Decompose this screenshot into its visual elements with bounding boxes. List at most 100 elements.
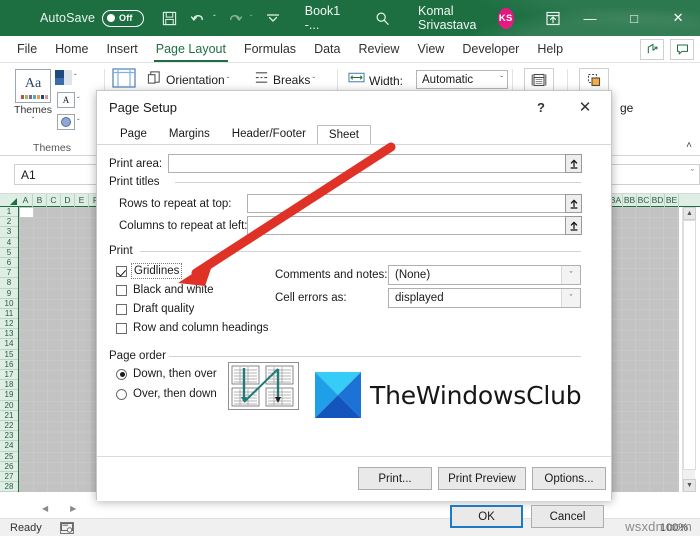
columns-to-repeat-input[interactable]: [247, 216, 581, 235]
row-header-22[interactable]: 22: [0, 421, 18, 432]
scale-width-select[interactable]: Automatic ˇ: [416, 70, 508, 89]
checkbox-row-and-column-headings[interactable]: Row and column headings: [116, 322, 269, 334]
search-icon[interactable]: [371, 0, 394, 36]
checkbox-black-and-white-box[interactable]: [116, 284, 127, 296]
row-header-21[interactable]: 21: [0, 411, 18, 421]
maximize-button[interactable]: □: [612, 0, 656, 36]
redo-icon[interactable]: [223, 0, 246, 36]
options-button[interactable]: Options...: [532, 467, 606, 490]
column-header-b[interactable]: B: [33, 193, 47, 207]
tab-page-layout[interactable]: Page Layout: [147, 36, 235, 63]
cell-errors-select[interactable]: displayed ˇ: [388, 288, 581, 308]
name-box[interactable]: A1: [14, 164, 100, 185]
comments-and-notes-select[interactable]: (None) ˇ: [388, 265, 581, 285]
row-header-3[interactable]: 3: [0, 227, 18, 238]
dialog-help-button[interactable]: ?: [523, 91, 559, 123]
themes-dropdown-caret-icon[interactable]: ˇ: [12, 116, 54, 125]
expand-formula-bar-icon[interactable]: ˇ: [691, 168, 694, 178]
rows-to-repeat-input[interactable]: [247, 194, 581, 213]
checkbox-black-and-white[interactable]: Black and white: [116, 284, 214, 296]
ribbon-display-options-icon[interactable]: [538, 0, 568, 36]
orientation-caret-icon[interactable]: ˇ: [227, 76, 230, 85]
checkbox-gridlines[interactable]: Gridlines: [116, 263, 183, 279]
orientation-button[interactable]: Orientation ˇ: [147, 70, 229, 90]
row-header-13[interactable]: 13: [0, 329, 18, 340]
row-header-10[interactable]: 10: [0, 299, 18, 309]
dialog-tab-margins[interactable]: Margins: [158, 124, 221, 145]
scale-width-control[interactable]: Width:: [348, 71, 403, 90]
comments-icon[interactable]: [670, 38, 694, 60]
theme-effects-caret-icon[interactable]: ˇ: [77, 118, 80, 127]
print-button[interactable]: Print...: [358, 467, 432, 490]
print-area-input[interactable]: [168, 154, 581, 173]
vertical-scrollbar[interactable]: ▲ ▼: [682, 207, 696, 492]
column-header-d[interactable]: D: [61, 193, 75, 207]
tab-help[interactable]: Help: [528, 36, 572, 63]
row-header-24[interactable]: 24: [0, 441, 18, 452]
tab-view[interactable]: View: [408, 36, 453, 63]
theme-fonts-caret-icon[interactable]: ˇ: [77, 96, 80, 105]
tab-file[interactable]: File: [8, 36, 46, 63]
checkbox-gridlines-box[interactable]: [116, 265, 127, 277]
tab-home[interactable]: Home: [46, 36, 97, 63]
breaks-button[interactable]: Breaks ˇ: [254, 70, 315, 90]
radio-over-then-down-button[interactable]: [116, 388, 127, 400]
save-icon[interactable]: [158, 0, 181, 36]
column-header-a[interactable]: A: [19, 193, 33, 207]
tab-review[interactable]: Review: [349, 36, 408, 63]
row-header-28[interactable]: 28: [0, 482, 18, 493]
customize-quick-access-icon[interactable]: [262, 0, 285, 36]
user-name[interactable]: Komal Srivastava: [418, 4, 492, 32]
accessibility-checker-icon[interactable]: [59, 521, 74, 534]
breaks-caret-icon[interactable]: ˇ: [312, 76, 315, 85]
autosave-toggle[interactable]: Off: [102, 9, 145, 27]
column-header-be[interactable]: BE: [665, 193, 679, 207]
checkbox-draft-quality-box[interactable]: [116, 303, 127, 315]
autosave-control[interactable]: AutoSave Off: [0, 0, 145, 36]
radio-down-then-over-button[interactable]: [116, 368, 127, 380]
scale-width-caret-icon[interactable]: ˇ: [500, 75, 503, 84]
row-header-11[interactable]: 11: [0, 309, 18, 320]
next-sheet-arrow-icon[interactable]: ▶: [70, 504, 76, 513]
row-header-25[interactable]: 25: [0, 452, 18, 462]
share-icon[interactable]: [640, 38, 664, 60]
row-header-17[interactable]: 17: [0, 370, 18, 381]
previous-sheet-arrow-icon[interactable]: ◀: [42, 504, 48, 513]
dialog-tab-sheet[interactable]: Sheet: [316, 125, 371, 146]
cancel-button[interactable]: Cancel: [531, 505, 604, 528]
column-header-c[interactable]: C: [47, 193, 61, 207]
dialog-close-button[interactable]: ✕: [567, 91, 603, 123]
row-header-15[interactable]: 15: [0, 350, 18, 360]
avatar[interactable]: KS: [497, 7, 514, 29]
scroll-up-arrow-icon[interactable]: ▲: [683, 207, 696, 220]
close-button[interactable]: ✕: [656, 0, 700, 36]
radio-down-then-over[interactable]: Down, then over: [116, 368, 217, 380]
row-header-6[interactable]: 6: [0, 258, 18, 269]
column-header-bb[interactable]: BB: [623, 193, 637, 207]
print-preview-button[interactable]: Print Preview: [438, 467, 526, 490]
select-all-corner-icon[interactable]: [0, 194, 19, 207]
row-header-14[interactable]: 14: [0, 339, 18, 350]
row-header-4[interactable]: 4: [0, 238, 18, 248]
theme-colors-caret-icon[interactable]: ˇ: [74, 73, 77, 82]
row-header-7[interactable]: 7: [0, 268, 18, 279]
row-header-9[interactable]: 9: [0, 289, 18, 299]
row-header-20[interactable]: 20: [0, 401, 18, 411]
column-header-bc[interactable]: BC: [637, 193, 651, 207]
ok-button[interactable]: OK: [450, 505, 523, 528]
scroll-down-arrow-icon[interactable]: ▼: [683, 479, 696, 492]
columns-to-repeat-collapse-icon[interactable]: [565, 216, 582, 235]
vertical-scrollbar-thumb[interactable]: [683, 220, 696, 470]
dialog-tab-header-footer[interactable]: Header/Footer: [221, 124, 317, 145]
print-area-collapse-icon[interactable]: [565, 154, 582, 173]
comments-and-notes-caret-icon[interactable]: ˇ: [561, 266, 580, 284]
row-header-2[interactable]: 2: [0, 217, 18, 228]
row-header-18[interactable]: 18: [0, 380, 18, 391]
minimize-button[interactable]: —: [568, 0, 612, 36]
theme-colors-button[interactable]: ˇ: [55, 70, 77, 85]
rows-to-repeat-collapse-icon[interactable]: [565, 194, 582, 213]
dialog-tab-page[interactable]: Page: [109, 124, 158, 145]
tab-formulas[interactable]: Formulas: [235, 36, 305, 63]
row-header-1[interactable]: 1: [0, 207, 18, 218]
theme-fonts-button[interactable]: A ˇ: [57, 92, 80, 108]
